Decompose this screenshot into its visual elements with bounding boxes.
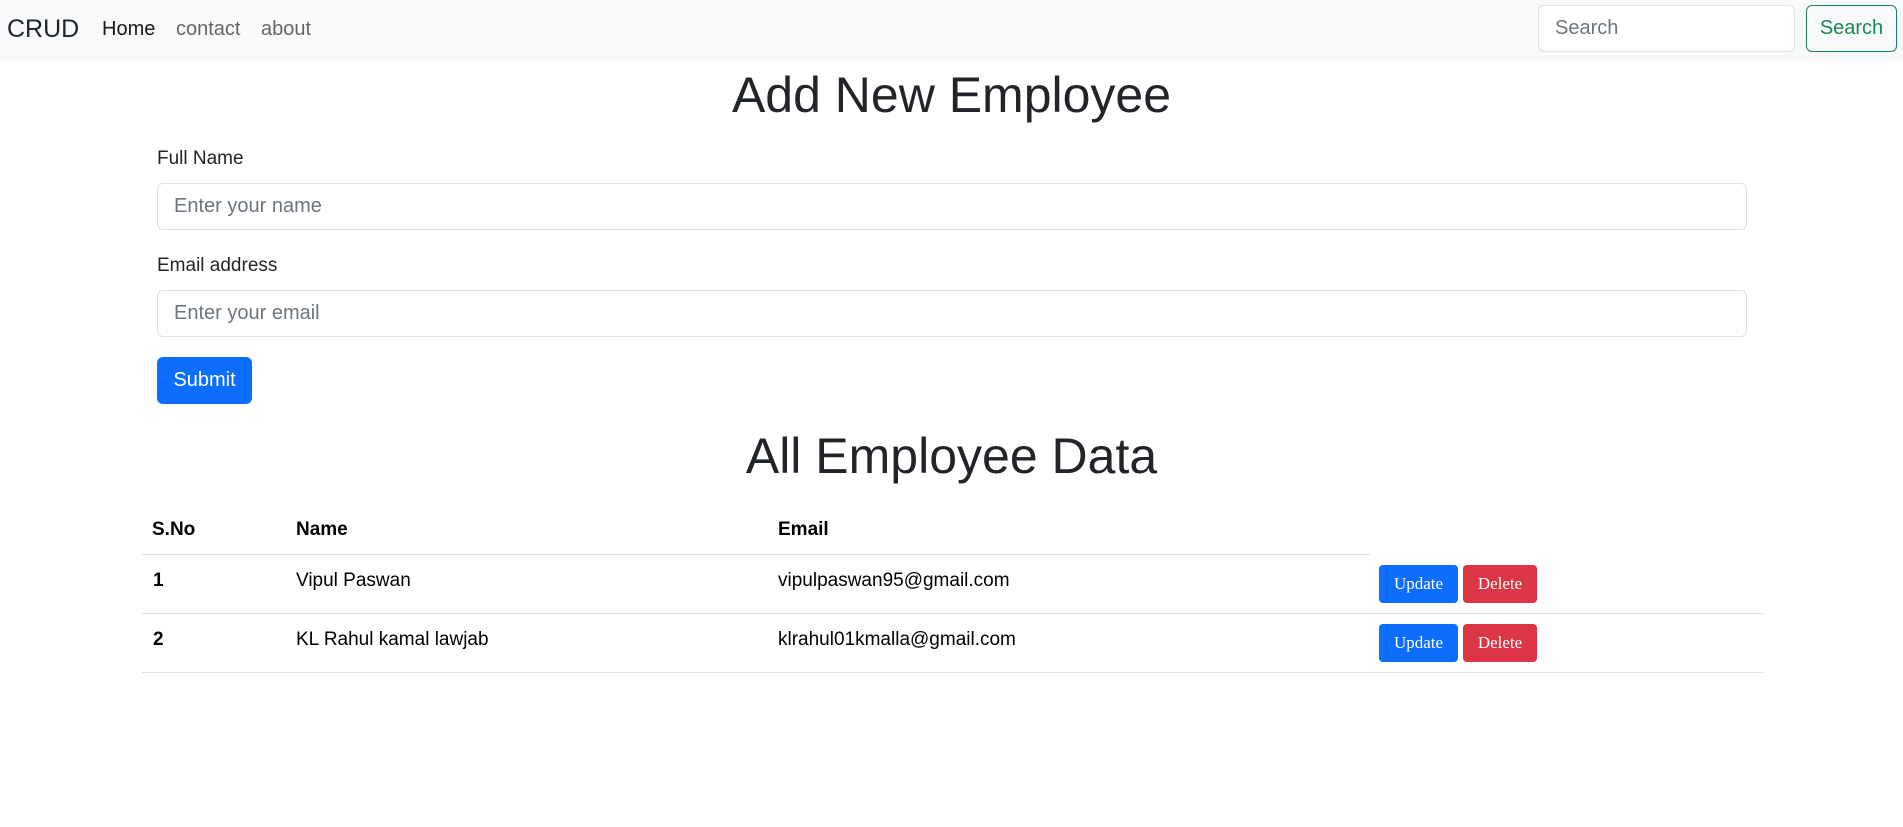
row-email: vipulpaswan95@gmail.com	[778, 570, 1010, 591]
email-input[interactable]	[157, 290, 1747, 337]
search-button[interactable]: Search	[1806, 5, 1897, 52]
row-name: KL Rahul kamal lawjab	[296, 629, 489, 650]
nav-link-about[interactable]: about	[261, 17, 311, 41]
form-title: Add New Employee	[731, 67, 1172, 123]
header-name: Name	[296, 519, 348, 540]
table-row: 2 KL Rahul kamal lawjab klrahul01kmalla@…	[142, 614, 1763, 673]
search-input[interactable]	[1538, 5, 1795, 52]
delete-button[interactable]: Delete	[1463, 624, 1537, 662]
submit-button[interactable]: Submit	[157, 357, 252, 404]
full-name-input[interactable]	[157, 183, 1747, 230]
update-button[interactable]: Update	[1379, 624, 1458, 662]
email-label: Email address	[157, 255, 278, 276]
header-sno: S.No	[152, 519, 196, 540]
nav-link-home[interactable]: Home	[102, 17, 155, 41]
full-name-label: Full Name	[157, 148, 244, 169]
update-button[interactable]: Update	[1379, 565, 1458, 603]
navbar: CRUD Home contact about Search	[0, 0, 1903, 63]
row-email: klrahul01kmalla@gmail.com	[778, 629, 1016, 650]
row-sno: 2	[153, 629, 164, 650]
header-email: Email	[778, 519, 829, 540]
table-title: All Employee Data	[745, 428, 1158, 484]
row-name: Vipul Paswan	[296, 570, 411, 591]
brand-logo[interactable]: CRUD	[7, 14, 79, 44]
row-sno: 1	[153, 570, 164, 591]
table-row: 1 Vipul Paswan vipulpaswan95@gmail.com U…	[142, 555, 1763, 614]
nav-link-contact[interactable]: contact	[176, 17, 240, 41]
delete-button[interactable]: Delete	[1463, 565, 1537, 603]
